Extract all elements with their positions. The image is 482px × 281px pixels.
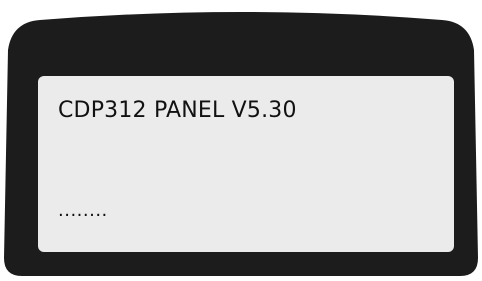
panel-version-text: CDP312 PANEL V5.30: [58, 98, 297, 123]
control-panel-display: CDP312 PANEL V5.30 ........: [0, 0, 482, 281]
loading-dots-text: ........: [58, 200, 108, 221]
lcd-screen: CDP312 PANEL V5.30 ........: [38, 76, 454, 252]
